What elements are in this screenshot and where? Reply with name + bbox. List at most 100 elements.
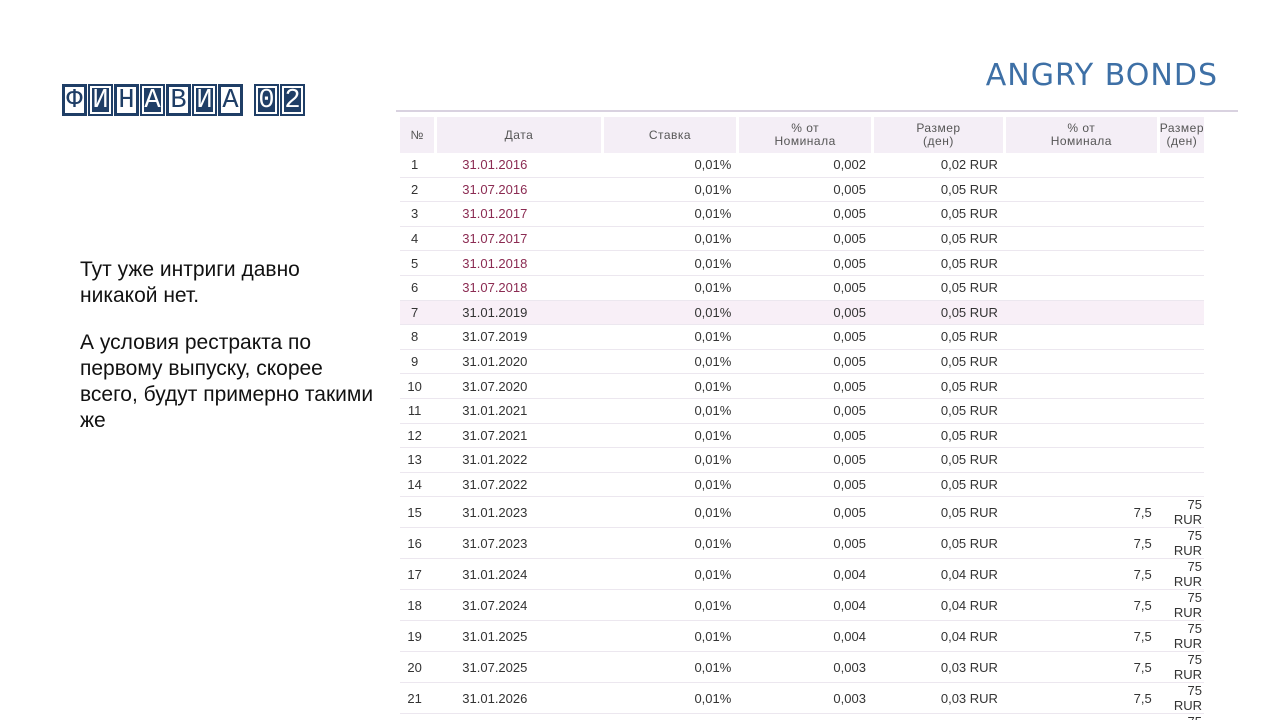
cell-size: 0,05 RUR: [873, 300, 1006, 326]
cell-num: 20: [400, 652, 438, 684]
cell-date: 31.01.2026: [437, 683, 604, 715]
cell-size: 0,05 RUR: [873, 227, 1006, 252]
cell-size: 0,03 RUR: [873, 652, 1006, 684]
cell-num: 14: [400, 473, 438, 498]
cell-num: 13: [400, 448, 438, 473]
cell-size: 0,05 RUR: [873, 448, 1006, 473]
cell-rate: 0,01%: [603, 473, 740, 498]
cell-date: 31.07.2022: [437, 473, 604, 498]
cell-pct-nominal: 0,005: [739, 473, 874, 498]
title-letter: И: [192, 84, 217, 116]
header-pct2-line1: % от: [1067, 121, 1096, 135]
cell-pct-nominal-2: [1005, 350, 1160, 375]
header-date: Дата: [437, 117, 604, 153]
cell-date: 31.01.2018: [437, 251, 604, 276]
cell-pct-nominal: 0,005: [739, 350, 874, 375]
cell-size: 0,05 RUR: [873, 473, 1006, 498]
table-row: 13 31.01.2022 0,01% 0,005 0,05 RUR: [400, 448, 1204, 473]
cell-size: 0,05 RUR: [873, 276, 1006, 301]
cell-size-2: 75 RUR: [1159, 590, 1204, 622]
cell-rate: 0,01%: [603, 300, 740, 326]
cell-size-2: [1159, 227, 1204, 252]
table-row: 21 31.01.2026 0,01% 0,003 0,03 RUR 7,5 75 RUR: [400, 683, 1204, 715]
cell-num: 11: [400, 399, 438, 424]
table-row: 10 31.07.2020 0,01% 0,005 0,05 RUR: [400, 374, 1204, 399]
cell-date: 31.07.2025: [437, 652, 604, 684]
cell-pct-nominal: 0,005: [739, 424, 874, 449]
cell-pct-nominal-2: [1005, 153, 1160, 178]
cell-rate: 0,01%: [603, 683, 740, 715]
cell-pct-nominal-2: [1005, 374, 1160, 399]
cell-pct-nominal: 0,004: [739, 621, 874, 653]
cell-num: 7: [400, 300, 438, 326]
cell-date: 31.07.2016: [437, 178, 604, 203]
cell-pct-nominal: 0,005: [739, 448, 874, 473]
table-row: 18 31.07.2024 0,01% 0,004 0,04 RUR 7,5 75 RUR: [400, 590, 1204, 622]
cell-rate: 0,01%: [604, 714, 740, 720]
header-pct2-line2: Номинала: [1050, 134, 1112, 148]
header-size-line2: (ден): [923, 134, 954, 148]
cell-size-2: [1159, 350, 1204, 375]
cell-pct-nominal-2: [1005, 325, 1160, 350]
cell-num: 18: [400, 590, 438, 622]
table-row: 16 31.07.2023 0,01% 0,005 0,05 RUR 7,5 75 RUR: [400, 528, 1204, 560]
cell-pct-nominal: 0,003: [739, 683, 874, 715]
cell-date: 31.01.2017: [437, 202, 604, 227]
cell-size: 0,05 RUR: [873, 178, 1006, 203]
cell-pct-nominal: 0,005: [739, 528, 874, 560]
cell-pct-nominal-2: 7,5: [1005, 590, 1160, 622]
header-num: №: [400, 117, 438, 153]
cell-size: 0,03 RUR: [873, 683, 1006, 715]
cell-pct-nominal: 0,002: [739, 153, 874, 178]
cell-pct-nominal: 0,003: [739, 652, 874, 684]
table-row: 17 31.01.2024 0,01% 0,004 0,04 RUR 7,5 75 RUR: [400, 559, 1204, 591]
title-letter: 2: [280, 84, 305, 116]
cell-date: 31.07.2019: [437, 325, 604, 350]
cell-pct-nominal-2: [1005, 251, 1160, 276]
cell-pct-nominal-2: 7,5: [1006, 714, 1160, 720]
table-header-row: № Дата Ставка % от Номинала Размер (ден)…: [400, 117, 1204, 153]
cell-date: 31.07.2018: [437, 276, 604, 301]
cell-size-2: [1159, 399, 1204, 424]
cell-num: 1: [400, 153, 438, 178]
cell-size-2: 75 RUR: [1159, 528, 1204, 560]
table-row: 2231.07.20260,01%0,0020,02 RUR7,575 RUR: [400, 714, 1204, 720]
table-row: 5 31.01.2018 0,01% 0,005 0,05 RUR: [400, 251, 1204, 276]
cell-size-2: 75 RUR: [1159, 683, 1204, 715]
cell-rate: 0,01%: [603, 497, 740, 529]
cell-rate: 0,01%: [603, 448, 740, 473]
table-row: 2 31.07.2016 0,01% 0,005 0,05 RUR: [400, 178, 1204, 203]
cell-date: 31.01.2024: [437, 559, 604, 591]
cell-date: 31.01.2021: [437, 399, 604, 424]
brand-logo: ANGRY BONDS: [985, 58, 1218, 93]
cell-size-2: [1159, 202, 1204, 227]
cell-num: 2: [400, 178, 438, 203]
cell-rate: 0,01%: [603, 153, 740, 178]
cell-pct-nominal-2: [1005, 399, 1160, 424]
cell-date: 31.07.2023: [437, 528, 604, 560]
cell-num: 5: [400, 251, 438, 276]
title-letter: 0: [254, 84, 279, 116]
cell-pct-nominal: 0,005: [739, 374, 874, 399]
table-row: 19 31.01.2025 0,01% 0,004 0,04 RUR 7,5 75 RUR: [400, 621, 1204, 653]
table-row: 12 31.07.2021 0,01% 0,005 0,05 RUR: [400, 424, 1204, 449]
cell-size-2: [1159, 424, 1204, 449]
header-rate: Ставка: [603, 117, 740, 153]
table-row: 3 31.01.2017 0,01% 0,005 0,05 RUR: [400, 202, 1204, 227]
cell-size: 0,05 RUR: [873, 350, 1006, 375]
header-size2-line1: Размер: [1159, 121, 1204, 135]
cell-size: 0,02 RUR: [874, 714, 1006, 720]
cell-pct-nominal: 0,005: [739, 202, 874, 227]
cell-pct-nominal-2: 7,5: [1005, 559, 1160, 591]
cell-size-2: [1159, 473, 1204, 498]
commentary-text: Тут уже интриги давно никакой нет. А усл…: [80, 257, 380, 455]
slide: ФИНАВИА02 ANGRY BONDS Тут уже интриги да…: [0, 0, 1280, 720]
cell-size-2: [1159, 374, 1204, 399]
table-row: 8 31.07.2019 0,01% 0,005 0,05 RUR: [400, 325, 1204, 350]
cell-date: 31.07.2021: [437, 424, 604, 449]
cell-num: 8: [400, 325, 438, 350]
cell-pct-nominal-2: [1005, 276, 1160, 301]
header-size2-line2: (ден): [1166, 134, 1198, 148]
cell-size-2: [1159, 251, 1204, 276]
title-letter: В: [166, 84, 191, 116]
